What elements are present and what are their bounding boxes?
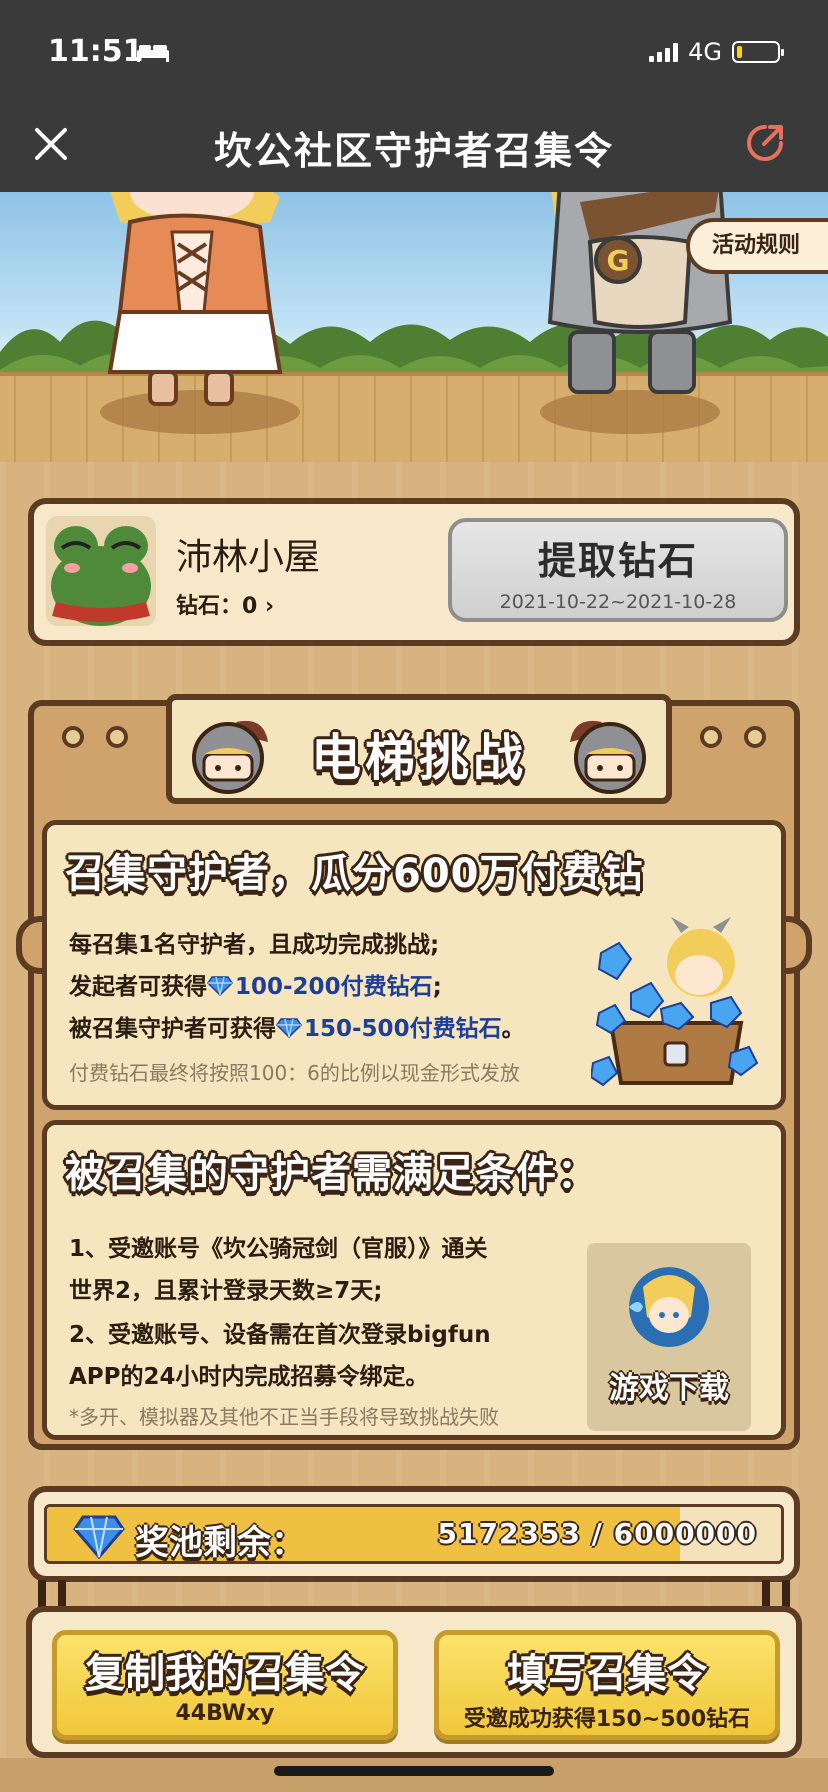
requirement-line-3: 2、受邀账号、设备需在首次登录bigfun [69, 1322, 491, 1348]
decor-dot [106, 726, 128, 748]
requirement-line-1: 1、受邀账号《坎公骑冠剑（官服）》通关 [69, 1236, 488, 1262]
page-title: 坎公社区守护者召集令 [213, 129, 614, 173]
extract-diamonds-button[interactable]: 提取钻石 2021-10-22~2021-10-28 [448, 518, 788, 622]
frog-avatar-image [46, 516, 156, 626]
username: 沛林小屋 [176, 537, 321, 578]
fill-summon-code-label: 填写召集令 [507, 1651, 707, 1697]
reward-line-3-prefix: 被召集守护者可获得 [69, 1016, 276, 1042]
requirements-panel: 被召集的守护者需满足条件： 1、受邀账号《坎公骑冠剑（官服）》通关 世界2，且累… [42, 1120, 786, 1440]
elevator-challenge-section: 电梯挑战 召集守护者，瓜分600万付费钻 每召集1名守护者，且成功完成挑战; 发… [16, 694, 812, 1450]
invitee-reward-value: 150-500付费钻石 [304, 1016, 502, 1042]
reward-line-1: 每召集1名守护者，且成功完成挑战; [69, 932, 440, 958]
reward-line-2-suffix: ; [432, 974, 442, 1000]
summon-code-value: 44BWxy [175, 1701, 275, 1726]
bottom-action-bar: 复制我的召集令 44BWxy 填写召集令 受邀成功获得150~500钻石 [26, 1606, 802, 1758]
initiator-reward-value: 100-200付费钻石 [235, 974, 433, 1000]
signal-icon [649, 42, 679, 62]
home-indicator [274, 1766, 554, 1776]
requirement-line-2: 世界2，且累计登录天数≥7天; [69, 1278, 383, 1304]
hero-scene: G 活动规则 [0, 192, 828, 482]
prize-pool-label: 奖池剩余： [135, 1523, 305, 1563]
reward-note: 付费钻石最终将按照100：6的比例以现金形式发放 [69, 1061, 520, 1085]
user-card: 沛林小屋 钻石：0 › 提取钻石 2021-10-22~2021-10-28 [28, 498, 800, 646]
requirement-line-4: APP的24小时内完成招募令绑定。 [69, 1364, 429, 1390]
diamond-icon [73, 1515, 125, 1559]
copy-summon-code-button[interactable]: 复制我的召集令 44BWxy [52, 1630, 398, 1740]
decor-dot [700, 726, 722, 748]
title-bar: 坎公社区守护者召集令 [0, 96, 828, 192]
svg-text:G: G [607, 244, 630, 277]
game-download-label: 游戏下载 [609, 1371, 729, 1406]
diamond-balance: 钻石：0 [176, 594, 265, 619]
fill-summon-code-sub: 受邀成功获得150~500钻石 [463, 1707, 751, 1732]
fill-summon-code-button[interactable]: 填写召集令 受邀成功获得150~500钻石 [434, 1630, 780, 1740]
sleep-mode-icon [137, 45, 169, 62]
status-time: 11:51 [48, 34, 144, 69]
reward-line-3-suffix: 。 [501, 1016, 525, 1042]
reward-line-3: 被召集守护者可获得 150-500付费钻石。 [69, 1009, 525, 1043]
network-status: 4G [649, 38, 784, 66]
decor-dot [744, 726, 766, 748]
network-type: 4G [688, 38, 722, 66]
requirements-heading: 被召集的守护者需满足条件： [65, 1151, 598, 1197]
game-app-icon [629, 1267, 709, 1347]
prize-pool-value: 5172353 / 6000000 [437, 1517, 757, 1550]
avatar[interactable] [46, 516, 156, 626]
challenge-banner: 电梯挑战 [166, 694, 672, 804]
diamond-icon [207, 976, 233, 996]
girl-character-illustration [100, 192, 300, 434]
reward-heading: 召集守护者，瓜分600万付费钻 [65, 851, 644, 897]
knight-head-icon [570, 720, 646, 794]
extract-date-range: 2021-10-22~2021-10-28 [499, 591, 737, 613]
share-icon[interactable] [742, 120, 788, 166]
activity-rules-button[interactable]: 活动规则 [686, 218, 828, 274]
requirement-note: *多开、模拟器及其他不正当手段将导致挑战失败 [69, 1405, 499, 1429]
extract-diamonds-label: 提取钻石 [537, 539, 698, 583]
diamond-balance-link[interactable]: 钻石：0 › [176, 588, 274, 620]
treasure-chest-illustration [591, 917, 759, 1087]
reward-info-panel: 召集守护者，瓜分600万付费钻 每召集1名守护者，且成功完成挑战; 发起者可获得… [42, 820, 786, 1110]
prize-pool: 奖池剩余： 5172353 / 6000000 [28, 1486, 800, 1582]
reward-line-2-prefix: 发起者可获得 [69, 974, 207, 1000]
decor-dot [62, 726, 84, 748]
status-bar: 11:51 4G [0, 0, 828, 96]
copy-summon-code-label: 复制我的召集令 [85, 1651, 365, 1697]
chevron-right-icon: › [264, 594, 275, 619]
battery-icon [732, 41, 784, 63]
game-download-button[interactable]: 游戏下载 [587, 1243, 751, 1431]
reward-line-2: 发起者可获得 100-200付费钻石; [69, 967, 442, 1001]
diamond-icon [276, 1018, 302, 1038]
prize-pool-progress-bar: 奖池剩余： 5172353 / 6000000 [44, 1504, 784, 1564]
